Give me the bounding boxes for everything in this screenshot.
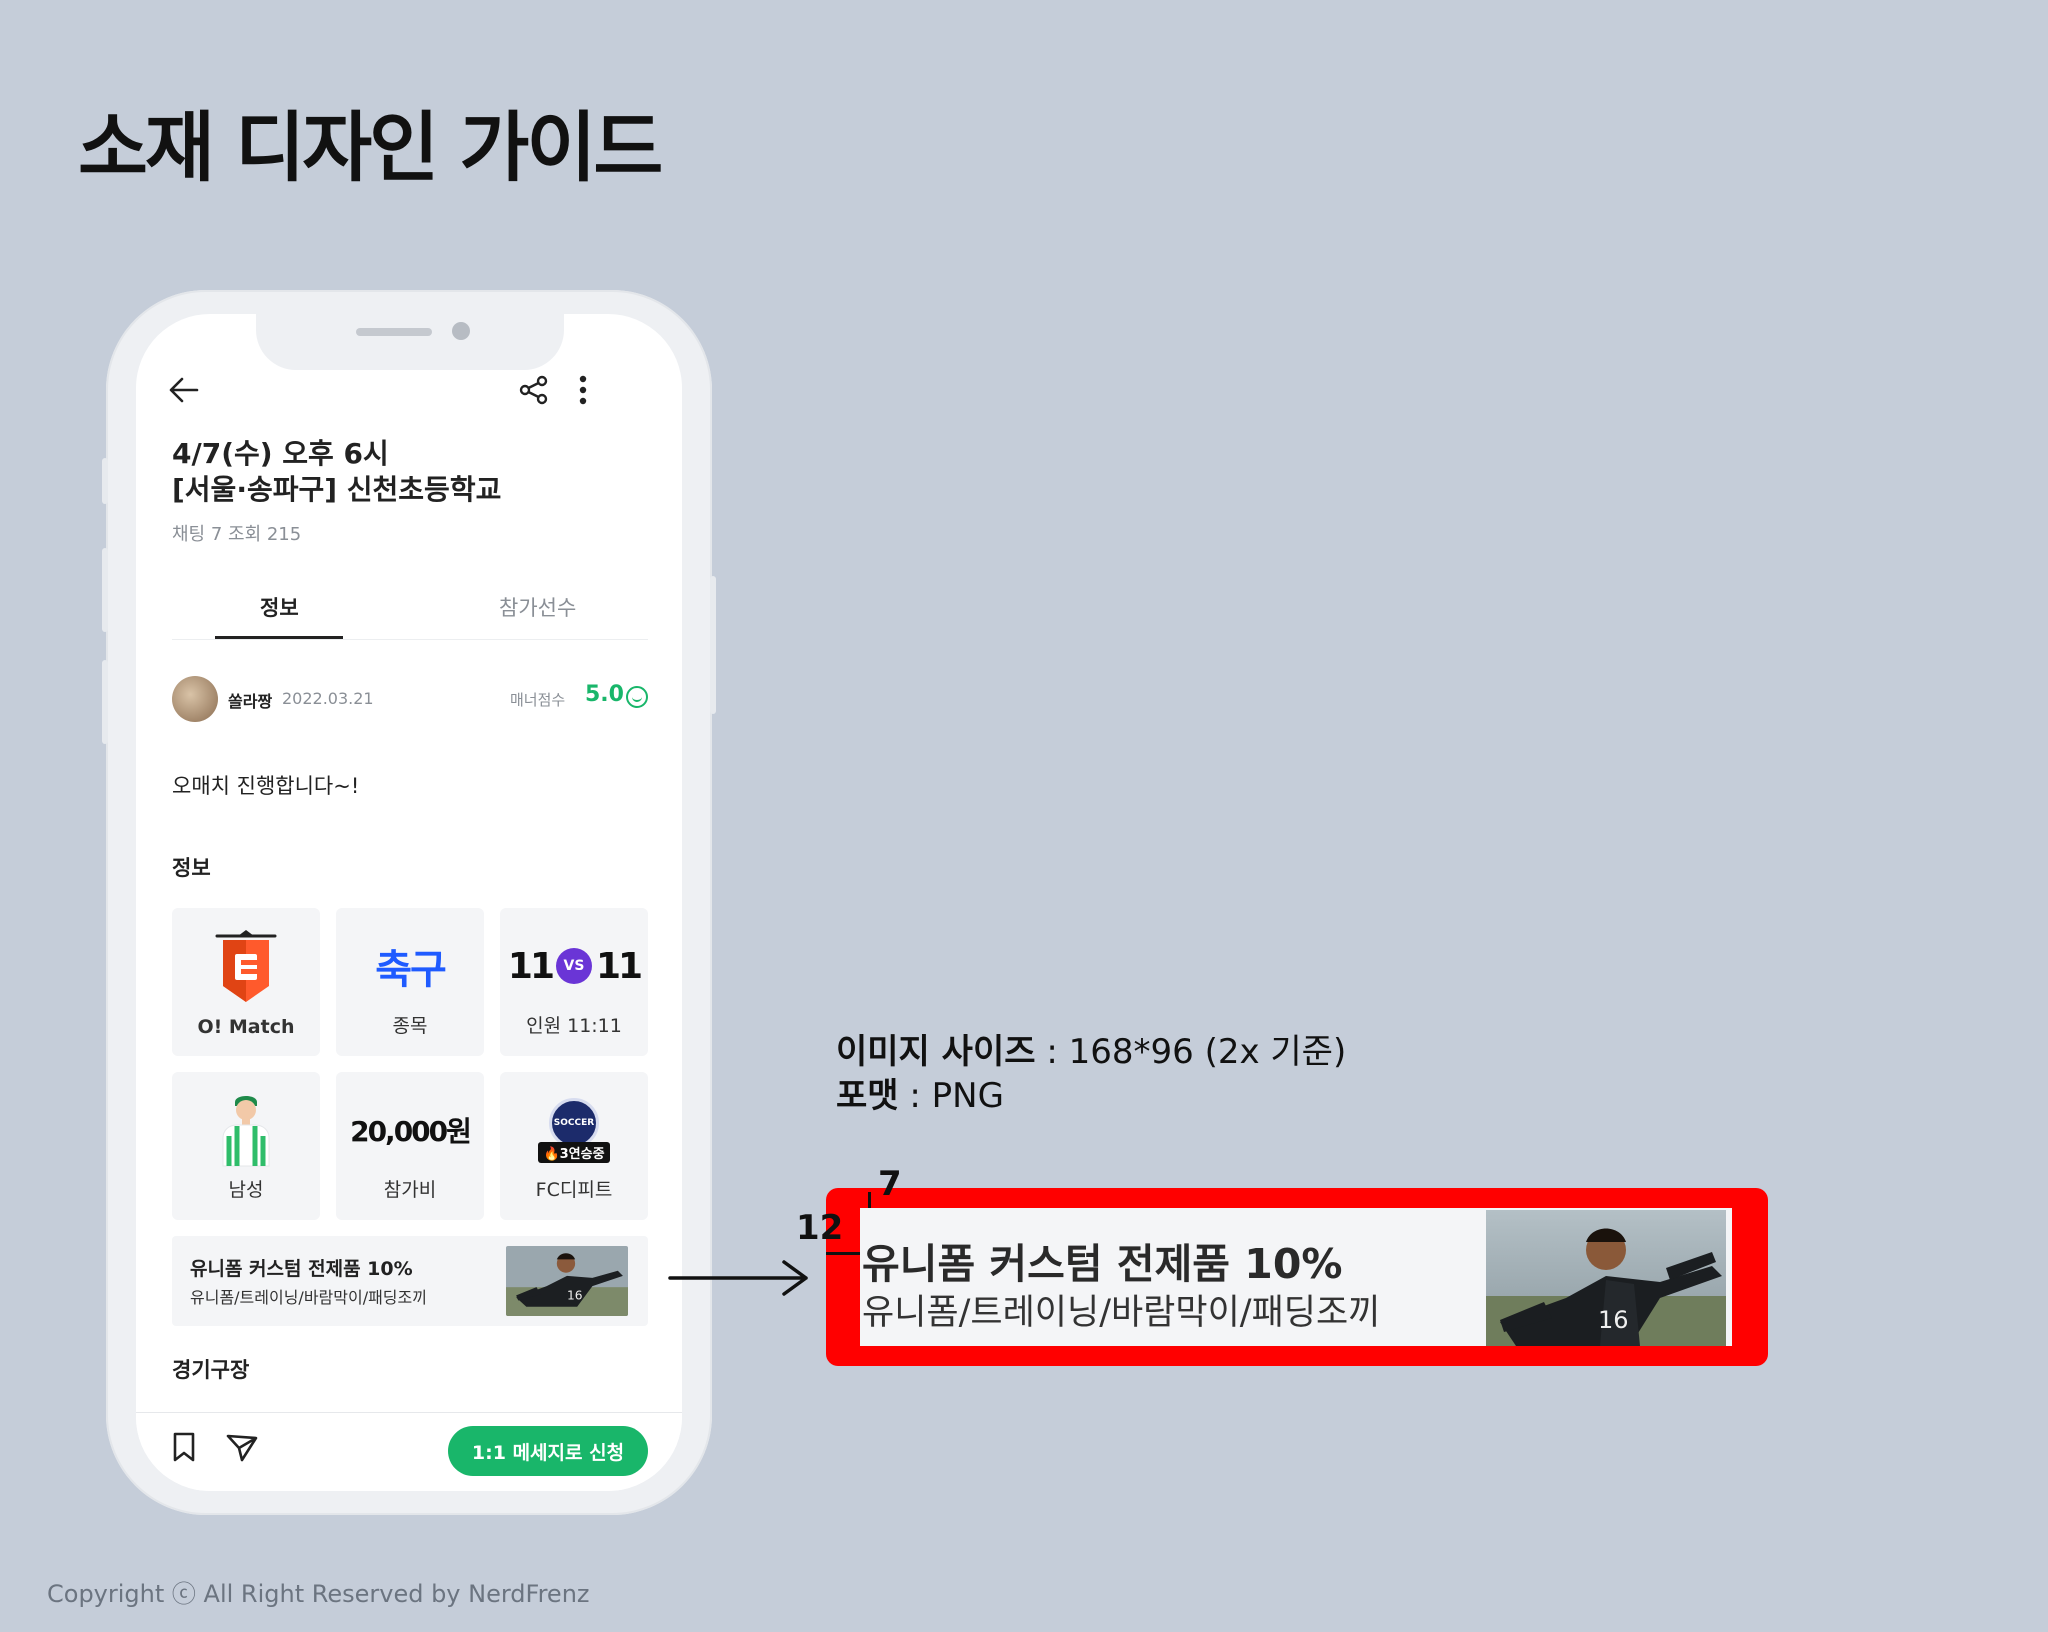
info-cell-caption: 남성 — [228, 1179, 264, 1201]
phone-power-button — [710, 576, 716, 714]
manner-label: 매너점수 — [510, 691, 566, 709]
info-cell-caption: 참가비 — [383, 1179, 437, 1201]
ad-banner-image: 16 — [506, 1246, 628, 1316]
ad-banner-enlarged: 유니폼 커스텀 전제품 10% 유니폼/트레이닝/바람막이/패딩조끼 16 — [860, 1208, 1732, 1346]
phone-mockup: 4/7(수) 오후 6시 [서울·송파구] 신천초등학교 채팅 7 조회 215… — [102, 290, 716, 1515]
spec-format: 포맷 : PNG — [836, 1068, 1004, 1117]
author-name[interactable]: 쏠라짱 — [228, 688, 272, 712]
ad-enlarged-image: 16 — [1486, 1210, 1726, 1346]
field-section-label: 경기구장 — [172, 1358, 250, 1382]
phone-volume-down — [102, 660, 108, 744]
arrow-right-icon — [668, 1260, 814, 1320]
back-icon[interactable] — [164, 370, 204, 410]
dimension-left-tick — [826, 1252, 860, 1255]
team-count-right: 11 — [596, 945, 643, 987]
info-section-label: 정보 — [172, 856, 211, 880]
sport-text: 축구 — [375, 947, 447, 993]
tab-active-indicator — [215, 636, 343, 639]
phone-camera — [452, 322, 470, 340]
bookmark-icon[interactable] — [164, 1427, 204, 1467]
info-cell-players: 11 VS 11 인원 11:11 — [500, 908, 648, 1056]
post-body: 오매치 진행합니다~! — [172, 774, 360, 798]
phone-silent-switch — [102, 458, 108, 504]
post-date: 2022.03.21 — [282, 689, 374, 708]
page-title: 소재 디자인 가이드 — [78, 103, 663, 192]
more-vertical-icon[interactable] — [568, 370, 598, 410]
info-cell-team: SOCCER 🔥3연승중 FC디피트 — [500, 1072, 648, 1220]
spec-format-label: 포맷 — [836, 1076, 899, 1116]
phone-notch — [256, 314, 564, 370]
team-logo-icon: SOCCER — [549, 1097, 599, 1148]
avatar[interactable] — [172, 676, 218, 722]
win-streak-badge: 🔥3연승중 — [538, 1141, 610, 1163]
info-cell-sport: 축구 종목 — [336, 908, 484, 1056]
info-cell-caption: O! Match — [197, 1016, 295, 1038]
smile-icon — [626, 686, 648, 708]
manner-score: 5.0 — [585, 682, 624, 707]
male-player-icon — [172, 1090, 320, 1170]
tab-bar: 정보 참가선수 — [172, 592, 648, 640]
info-cell-caption: 인원 11:11 — [526, 1015, 622, 1037]
ad-banner[interactable]: 유니폼 커스텀 전제품 10% 유니폼/트레이닝/바람막이/패딩조끼 16 — [172, 1236, 648, 1326]
info-cell-art: 축구 — [336, 926, 484, 1006]
fee-amount: 20,000원 — [350, 1115, 472, 1148]
message-apply-button[interactable]: 1:1 메세지로 신청 — [448, 1426, 648, 1476]
info-cell-fee: 20,000원 참가비 — [336, 1072, 484, 1220]
ad-enlarged-subtitle: 유니폼/트레이닝/바람막이/패딩조끼 — [862, 1293, 1381, 1333]
info-cell-art: 11 VS 11 — [500, 926, 648, 1006]
svg-text:16: 16 — [567, 1288, 583, 1302]
phone-volume-up — [102, 548, 108, 632]
spec-size-value: : 168*96 (2x 기준) — [1035, 1032, 1347, 1072]
tab-players[interactable]: 참가선수 — [499, 592, 576, 622]
event-datetime: 4/7(수) 오후 6시 — [172, 437, 389, 470]
phone-screen: 4/7(수) 오후 6시 [서울·송파구] 신천초등학교 채팅 7 조회 215… — [136, 314, 682, 1491]
svg-text:16: 16 — [1598, 1306, 1629, 1334]
spec-size: 이미지 사이즈 : 168*96 (2x 기준) — [836, 1024, 1346, 1073]
dimension-top-tick — [868, 1192, 871, 1208]
author-row: 쏠라짱 2022.03.21 매너점수 5.0 — [172, 676, 648, 722]
event-location: [서울·송파구] 신천초등학교 — [172, 473, 502, 506]
spec-size-label: 이미지 사이즈 — [836, 1032, 1036, 1072]
team-badge: SOCCER 🔥3연승중 — [500, 1090, 648, 1170]
spec-format-value: : PNG — [898, 1076, 1004, 1116]
info-cell-omatch: O! Match — [172, 908, 320, 1056]
info-cell-gender: 남성 — [172, 1072, 320, 1220]
event-meta: 채팅 7 조회 215 — [172, 524, 302, 545]
send-icon[interactable] — [222, 1427, 262, 1467]
dimension-left-label: 12 — [796, 1208, 844, 1248]
ad-enlarged-title: 유니폼 커스텀 전제품 10% — [862, 1240, 1343, 1288]
event-title: 4/7(수) 오후 6시 [서울·송파구] 신천초등학교 — [172, 436, 501, 508]
vs-badge: VS — [556, 948, 592, 984]
info-cell-caption: 종목 — [392, 1015, 428, 1037]
copyright: Copyright ⓒ All Right Reserved by NerdFr… — [47, 1580, 590, 1608]
tab-info[interactable]: 정보 — [260, 592, 299, 622]
info-cell-art: 20,000원 — [336, 1090, 484, 1170]
team-count-left: 11 — [507, 945, 555, 987]
dimension-top-label: 7 — [878, 1164, 902, 1204]
share-icon[interactable] — [514, 370, 554, 410]
phone-speaker — [356, 328, 432, 336]
ad-banner-title: 유니폼 커스텀 전제품 10% — [190, 1258, 413, 1280]
ad-banner-subtitle: 유니폼/트레이닝/바람막이/패딩조끼 — [190, 1288, 427, 1307]
info-cell-caption: FC디피트 — [535, 1179, 613, 1201]
omatch-logo-icon — [172, 926, 320, 1006]
team-logo-text: SOCCER — [553, 1117, 595, 1128]
